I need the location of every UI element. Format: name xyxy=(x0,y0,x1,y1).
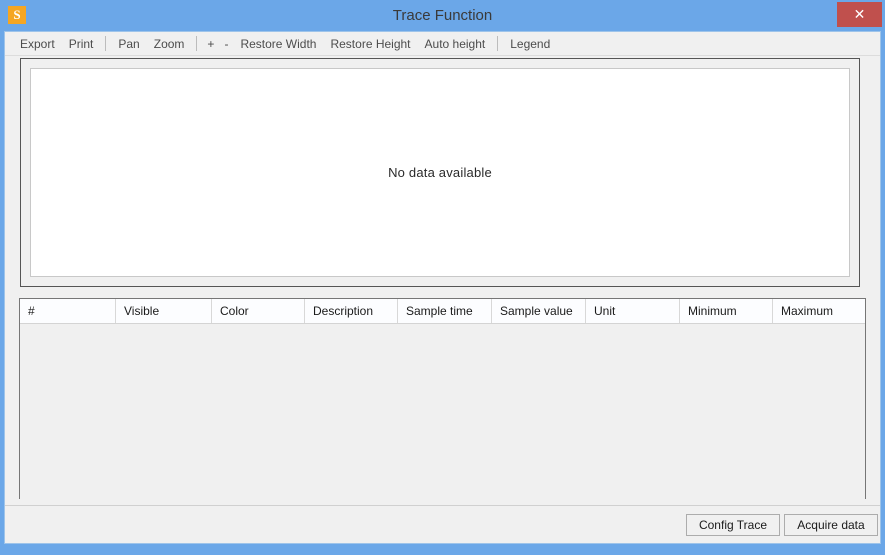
toolbar-zoom-out[interactable]: - xyxy=(219,35,233,53)
table-column-minimum[interactable]: Minimum xyxy=(680,299,773,323)
toolbar-separator-2 xyxy=(196,36,198,51)
footer-bar: Config Trace Acquire data xyxy=(5,506,880,543)
toolbar: Export Print Pan Zoom + - Restore Width … xyxy=(5,32,880,56)
toolbar-export[interactable]: Export xyxy=(13,35,62,53)
toolbar-restore-width[interactable]: Restore Width xyxy=(233,35,323,53)
table-column-visible[interactable]: Visible xyxy=(116,299,212,323)
toolbar-restore-height[interactable]: Restore Height xyxy=(323,35,417,53)
table-column-color[interactable]: Color xyxy=(212,299,305,323)
toolbar-zoom-in[interactable]: + xyxy=(202,35,219,53)
table-header-row: # Visible Color Description Sample time … xyxy=(20,299,865,324)
table-column-description[interactable]: Description xyxy=(305,299,398,323)
no-data-message: No data available xyxy=(388,165,492,180)
table-column-sample-value[interactable]: Sample value xyxy=(492,299,586,323)
close-icon[interactable]: ✕ xyxy=(837,2,882,27)
toolbar-print[interactable]: Print xyxy=(62,35,101,53)
chart-panel: No data available xyxy=(20,58,860,287)
trace-function-window: S Trace Function ✕ Export Print Pan Zoom… xyxy=(0,0,885,555)
config-trace-button[interactable]: Config Trace xyxy=(686,514,780,536)
acquire-data-button[interactable]: Acquire data xyxy=(784,514,878,536)
plot-area[interactable]: No data available xyxy=(30,68,850,277)
table-column-maximum[interactable]: Maximum xyxy=(773,299,865,323)
trace-table: # Visible Color Description Sample time … xyxy=(19,298,866,499)
window-title: Trace Function xyxy=(392,7,493,24)
toolbar-legend[interactable]: Legend xyxy=(503,35,557,53)
toolbar-separator-1 xyxy=(105,36,107,51)
table-body xyxy=(20,324,865,499)
client-area: Export Print Pan Zoom + - Restore Width … xyxy=(4,31,881,544)
toolbar-zoom[interactable]: Zoom xyxy=(147,35,192,53)
toolbar-auto-height[interactable]: Auto height xyxy=(418,35,493,53)
table-column-unit[interactable]: Unit xyxy=(586,299,680,323)
table-column-index[interactable]: # xyxy=(20,299,116,323)
toolbar-separator-3 xyxy=(497,36,499,51)
table-column-sample-time[interactable]: Sample time xyxy=(398,299,492,323)
toolbar-pan[interactable]: Pan xyxy=(111,35,146,53)
title-bar: S Trace Function ✕ xyxy=(0,0,885,31)
